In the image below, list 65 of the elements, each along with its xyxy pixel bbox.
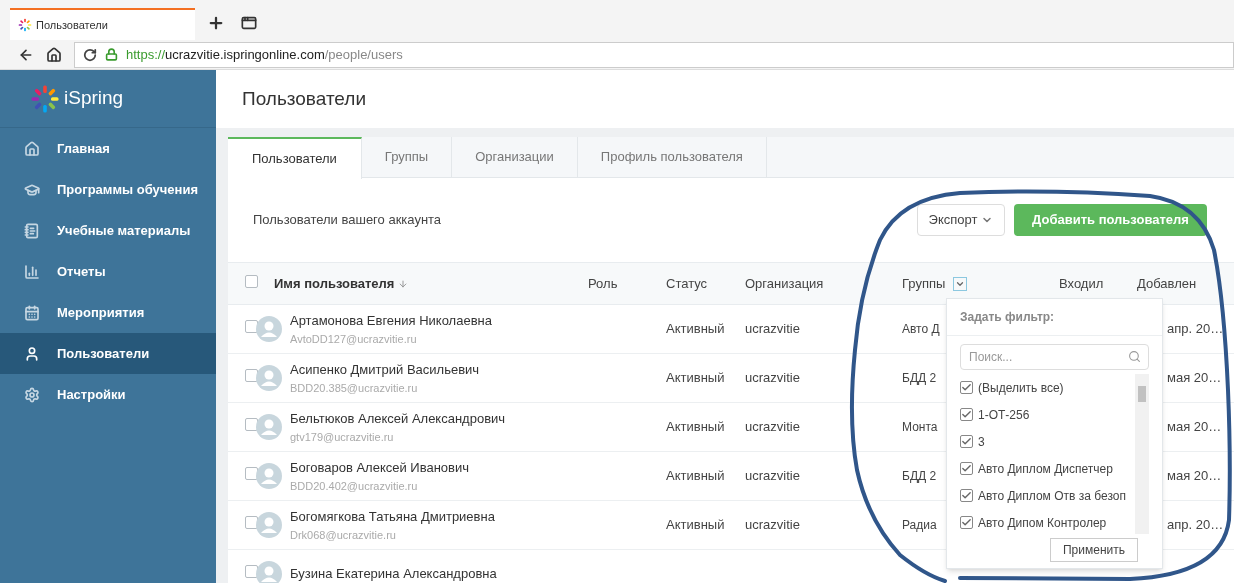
- sidebar-item[interactable]: Пользователи: [0, 333, 216, 374]
- user-name[interactable]: Бузина Екатерина Александровна: [290, 564, 497, 583]
- sidebar-item[interactable]: Мероприятия: [0, 292, 216, 333]
- column-header[interactable]: Статус: [666, 273, 708, 294]
- organization-cell-text: ucrazvitie: [745, 516, 801, 535]
- user-name[interactable]: Богомягкова Татьяна Дмитриевна: [290, 507, 495, 527]
- filter-option[interactable]: Авто Диплом Отв за безоп: [978, 486, 1126, 505]
- status-cell-text: Активный: [666, 369, 726, 388]
- user-email: BDD20.402@ucrazvitie.ru: [290, 478, 419, 494]
- user-email: AvtoDD127@ucrazvitie.ru: [290, 331, 418, 347]
- apply-button[interactable]: Применить: [1050, 538, 1138, 562]
- column-header[interactable]: Имя пользователя: [274, 273, 395, 294]
- groups-cell-text: БДД 2: [902, 468, 937, 485]
- sidebar-item[interactable]: Отчеты: [0, 251, 216, 292]
- address-bar[interactable]: https://ucrazvitie.ispringonline.com/people/users: [74, 41, 1234, 68]
- organization-cell-text: ucrazvitie: [745, 320, 801, 339]
- sidebar-item[interactable]: Учебные материалы: [0, 210, 216, 251]
- user-name[interactable]: Боговаров Алексей Иванович: [290, 458, 470, 478]
- tab[interactable]: Организации: [452, 137, 578, 177]
- user-name[interactable]: Бельтюков Алексей Александрович: [290, 409, 506, 429]
- user-email: BDD20.385@ucrazvitie.ru: [290, 380, 419, 396]
- filter-option[interactable]: Авто Диплом Диспетчер: [978, 459, 1113, 478]
- groups-cell-text: Монта: [902, 419, 938, 436]
- filter-option[interactable]: 1-ОТ-256: [978, 405, 1030, 424]
- url-text: https://ucrazvitie.ispringonline.com/people/users: [126, 45, 403, 64]
- filter-search-field[interactable]: Поиск...: [960, 344, 1149, 370]
- column-header[interactable]: Добавлен: [1137, 273, 1197, 294]
- column-header[interactable]: Организация: [745, 273, 824, 294]
- added-cell-text: мая 20…: [1167, 369, 1222, 388]
- status-cell-text: Активный: [666, 320, 726, 339]
- user-email: Drk068@ucrazvitie.ru: [290, 527, 397, 543]
- tab[interactable]: Профиль пользователя: [577, 137, 767, 177]
- column-header[interactable]: Входил: [1059, 273, 1104, 294]
- filter-option[interactable]: 3: [978, 432, 985, 451]
- filter-option[interactable]: Авто Дипом Контролер: [978, 513, 1107, 532]
- logo-text: iSpring: [64, 86, 124, 111]
- user-name[interactable]: Асипенко Дмитрий Васильевич: [290, 360, 480, 380]
- user-name[interactable]: Артамонова Евгения Николаевна: [290, 311, 492, 331]
- column-header[interactable]: Группы: [902, 273, 946, 294]
- subtitle: Пользователи вашего аккаунта: [253, 211, 443, 230]
- tab[interactable]: Группы: [361, 137, 453, 177]
- groups-cell-text: Радиа: [902, 517, 937, 534]
- added-cell-text: апр. 20…: [1167, 320, 1224, 339]
- status-cell-text: Активный: [666, 418, 726, 437]
- added-cell-text: мая 20…: [1167, 467, 1222, 486]
- status-cell-text: Активный: [666, 516, 726, 535]
- filter-option[interactable]: (Выделить все): [978, 378, 1064, 397]
- page-title: Пользователи: [242, 86, 366, 111]
- filter-title: Задать фильтр:: [960, 309, 1055, 326]
- added-cell-text: мая 20…: [1167, 418, 1222, 437]
- sidebar-item[interactable]: Главная: [0, 128, 216, 169]
- export-button[interactable]: Экспорт: [917, 204, 1005, 236]
- organization-cell-text: ucrazvitie: [745, 369, 801, 388]
- organization-cell-text: ucrazvitie: [745, 418, 801, 437]
- groups-cell-text: БДД 2: [902, 370, 937, 387]
- added-cell-text: апр. 20…: [1167, 516, 1224, 535]
- groups-cell-text: Авто Д: [902, 321, 940, 338]
- organization-cell-text: ucrazvitie: [745, 467, 801, 486]
- column-header[interactable]: Роль: [588, 273, 618, 294]
- browser-tab[interactable]: Пользователи: [10, 8, 195, 40]
- user-email: gtv179@ucrazvitie.ru: [290, 429, 395, 445]
- status-cell-text: Активный: [666, 467, 726, 486]
- sidebar-item[interactable]: Настройки: [0, 374, 216, 415]
- tab[interactable]: Пользователи: [228, 137, 362, 179]
- sidebar-item[interactable]: Программы обучения: [0, 169, 216, 210]
